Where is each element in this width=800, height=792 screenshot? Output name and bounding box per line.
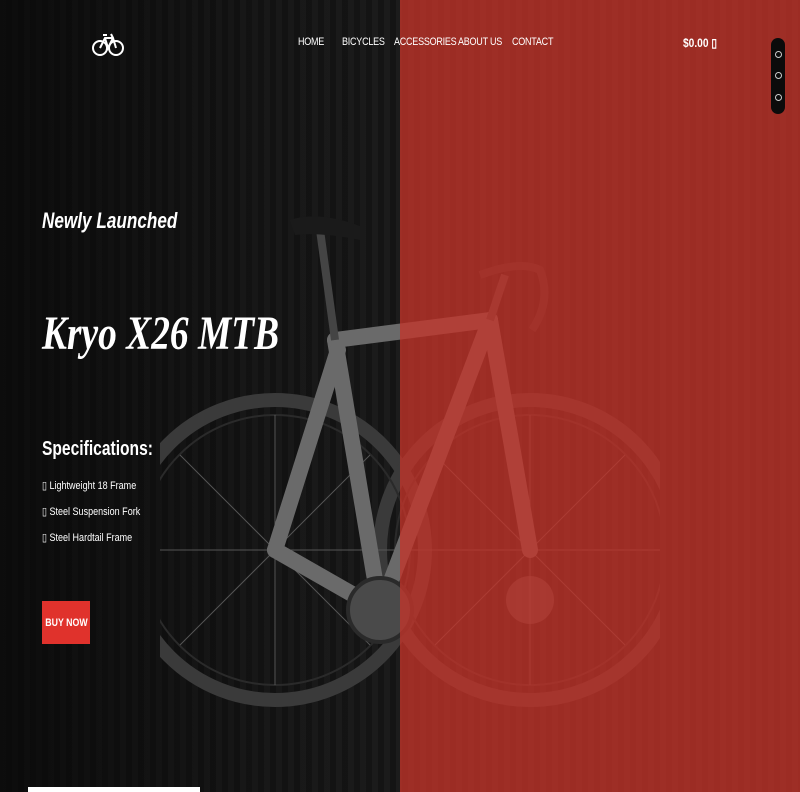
bottom-strip	[28, 787, 200, 792]
specs-list: ▯ Lightweight 18 Frame ▯ Steel Suspensio…	[42, 478, 162, 556]
nav-contact[interactable]: CONTACT	[512, 36, 553, 48]
main-navigation: HOME BICYCLES ACCESSORIES ABOUT US CONTA…	[298, 36, 553, 48]
specs-heading: Specifications:	[42, 438, 153, 460]
buy-now-button[interactable]: BUY NOW	[42, 601, 90, 644]
hero-eyebrow: Newly Launched	[42, 208, 178, 233]
hero-red-overlay	[400, 0, 800, 792]
help-icon[interactable]	[774, 72, 782, 80]
side-toolbar	[771, 38, 785, 114]
hero-title: Kryo X26 MTB	[42, 307, 280, 360]
nav-accessories[interactable]: ACCESSORIES	[394, 36, 457, 48]
spec-item: ▯ Steel Suspension Fork	[42, 506, 141, 518]
nav-bicycles[interactable]: BICYCLES	[342, 36, 385, 48]
cart-button[interactable]: $0.00 ▯	[683, 36, 717, 50]
hero-section	[0, 0, 800, 792]
share-icon[interactable]	[774, 93, 782, 101]
buy-now-label: BUY NOW	[44, 616, 88, 629]
bicycle-logo-icon[interactable]	[92, 22, 124, 62]
chat-icon[interactable]	[774, 51, 782, 59]
nav-home[interactable]: HOME	[298, 36, 324, 48]
nav-about-us[interactable]: ABOUT US	[458, 36, 502, 48]
spec-item: ▯ Steel Hardtail Frame	[42, 532, 133, 544]
spec-item: ▯ Lightweight 18 Frame	[42, 480, 137, 492]
